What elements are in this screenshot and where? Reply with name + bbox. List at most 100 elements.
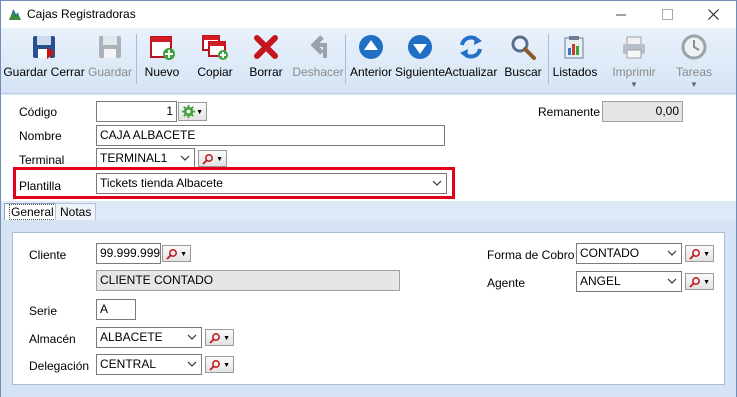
- chevron-down-icon: ▼: [196, 109, 203, 116]
- title-bar: Cajas Registradoras: [1, 1, 736, 28]
- almacen-label: Almacén: [29, 332, 76, 346]
- remanente-label: Remanente: [538, 105, 601, 119]
- plantilla-highlight-box: [13, 167, 455, 199]
- report-icon: [564, 36, 584, 59]
- maximize-icon: [661, 9, 673, 20]
- chevron-down-icon: [667, 278, 677, 284]
- chevron-down-icon: ▼: [703, 279, 710, 286]
- search-icon: [209, 359, 220, 371]
- cliente-lookup-button[interactable]: ▼: [162, 245, 191, 262]
- agente-lookup-button[interactable]: ▼: [685, 273, 714, 290]
- terminal-lookup-button[interactable]: ▼: [198, 150, 227, 167]
- actualizar-label: Actualizar: [444, 65, 498, 79]
- gear-icon: [181, 104, 196, 119]
- tab-general-label: General: [9, 204, 56, 220]
- window: Cajas Registradoras Guardar Cerrar Guard…: [0, 0, 737, 397]
- save-close-icon: [33, 36, 55, 59]
- buscar-button[interactable]: Buscar: [503, 28, 543, 94]
- chevron-down-icon: [180, 155, 190, 161]
- siguiente-button[interactable]: Siguiente: [395, 28, 445, 94]
- chevron-down-icon: [187, 361, 197, 367]
- borrar-label: Borrar: [249, 65, 283, 79]
- tab-general[interactable]: General: [4, 203, 61, 221]
- arrow-down-icon: [408, 35, 432, 59]
- remanente-field: 0,00: [602, 101, 683, 122]
- codigo-label: Código: [19, 105, 58, 119]
- general-content-box: Cliente 99.999.999 ▼ CLIENTE CONTADO Ser…: [12, 232, 725, 385]
- chevron-down-icon: ▼: [703, 251, 710, 258]
- terminal-value: TERMINAL1: [100, 151, 168, 165]
- toolbar-separator: [345, 34, 346, 84]
- nuevo-label: Nuevo: [144, 65, 180, 79]
- listados-label: Listados: [552, 65, 598, 79]
- cliente-input[interactable]: 99.999.999: [96, 243, 161, 264]
- imprimir-label: Imprimir: [612, 65, 656, 79]
- chevron-down-icon: [187, 334, 197, 340]
- anterior-label: Anterior: [349, 65, 393, 79]
- delegacion-lookup-button[interactable]: ▼: [205, 356, 234, 373]
- close-button[interactable]: [690, 1, 736, 28]
- agente-label: Agente: [487, 276, 526, 290]
- delegacion-select[interactable]: CENTRAL: [96, 354, 202, 375]
- deshacer-button[interactable]: Deshacer: [292, 28, 344, 94]
- codigo-options-button[interactable]: ▼: [178, 102, 207, 121]
- chevron-down-icon: [667, 250, 677, 256]
- listados-button[interactable]: Listados: [552, 28, 598, 94]
- tab-notas[interactable]: Notas: [55, 203, 97, 221]
- nuevo-button[interactable]: Nuevo: [140, 28, 184, 94]
- forma-cobro-label: Forma de Cobro: [487, 248, 575, 262]
- anterior-button[interactable]: Anterior: [348, 28, 394, 94]
- new-icon: [150, 36, 175, 60]
- clock-icon: [681, 34, 707, 60]
- minimize-icon: [615, 14, 626, 16]
- printer-icon: [623, 36, 645, 59]
- guardar-cerrar-label: Guardar Cerrar: [3, 65, 85, 79]
- delegacion-label: Delegación: [29, 359, 90, 373]
- general-tab-panel: Cliente 99.999.999 ▼ CLIENTE CONTADO Ser…: [1, 220, 736, 397]
- chevron-down-icon: ▼: [690, 80, 698, 89]
- chevron-down-icon: ▼: [180, 251, 187, 258]
- codigo-input[interactable]: 1: [96, 101, 177, 122]
- almacen-value: ALBACETE: [100, 330, 163, 344]
- refresh-icon: [460, 35, 482, 59]
- almacen-select[interactable]: ALBACETE: [96, 327, 202, 348]
- tab-notas-label: Notas: [60, 205, 92, 219]
- serie-label: Serie: [29, 304, 58, 318]
- serie-input[interactable]: A: [96, 299, 136, 320]
- window-title: Cajas Registradoras: [27, 7, 136, 21]
- guardar-cerrar-button[interactable]: Guardar Cerrar: [3, 28, 85, 94]
- toolbar-separator: [548, 34, 549, 84]
- chevron-down-icon: ▼: [216, 156, 223, 163]
- chevron-down-icon: ▼: [223, 335, 230, 342]
- nombre-label: Nombre: [19, 129, 62, 143]
- tareas-label: Tareas: [675, 65, 713, 79]
- actualizar-button[interactable]: Actualizar: [444, 28, 498, 94]
- buscar-label: Buscar: [504, 65, 542, 79]
- forma-cobro-select[interactable]: CONTADO: [576, 243, 682, 264]
- tab-bar: General Notas: [1, 201, 736, 221]
- search-icon: [209, 332, 220, 344]
- maximize-button[interactable]: [644, 1, 690, 28]
- chevron-down-icon: ▼: [630, 80, 638, 89]
- minimize-button[interactable]: [598, 1, 644, 28]
- agente-select[interactable]: ANGEL: [576, 271, 682, 292]
- borrar-button[interactable]: Borrar: [245, 28, 287, 94]
- forma-cobro-value: CONTADO: [580, 246, 640, 260]
- forma-cobro-lookup-button[interactable]: ▼: [685, 245, 714, 262]
- undo-icon: [310, 35, 327, 58]
- copiar-button[interactable]: Copiar: [193, 28, 237, 94]
- search-icon: [166, 248, 177, 260]
- save-icon: [99, 36, 121, 58]
- delegacion-value: CENTRAL: [100, 357, 157, 371]
- tareas-button[interactable]: Tareas ▼: [671, 28, 717, 94]
- imprimir-button[interactable]: Imprimir ▼: [609, 28, 659, 94]
- toolbar: Guardar Cerrar Guardar Nuevo Copiar Borr…: [1, 28, 736, 94]
- app-icon: [9, 9, 21, 20]
- terminal-select[interactable]: TERMINAL1: [96, 148, 195, 169]
- almacen-lookup-button[interactable]: ▼: [205, 329, 234, 346]
- guardar-button[interactable]: Guardar: [86, 28, 134, 94]
- cliente-label: Cliente: [29, 248, 67, 262]
- toolbar-separator: [136, 34, 137, 84]
- nombre-input[interactable]: CAJA ALBACETE: [96, 125, 445, 146]
- arrow-up-icon: [359, 35, 383, 59]
